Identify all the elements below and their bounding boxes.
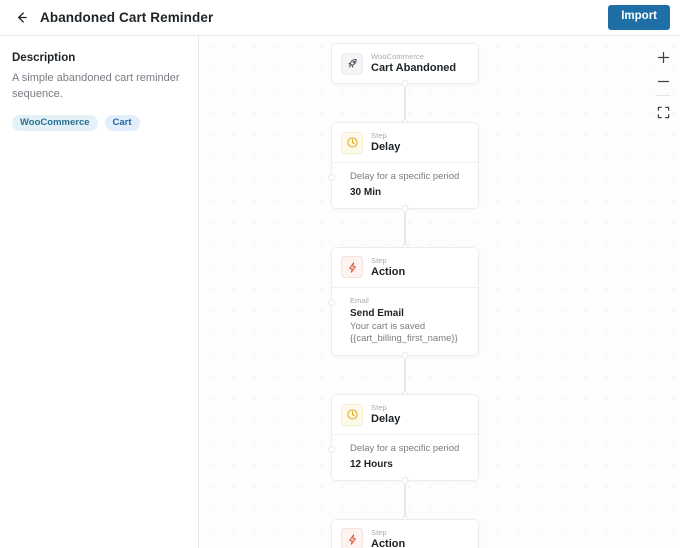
flow-node-cart-abandoned[interactable]: WooCommerce Cart Abandoned	[331, 43, 479, 85]
connector-line	[404, 84, 406, 123]
flow-connector	[331, 476, 479, 523]
connector-dot-top	[401, 80, 409, 88]
node-header-text: Step Delay	[371, 403, 400, 426]
flow-node-stack: WooCommerce Cart Abandoned Step Delay De…	[328, 43, 479, 548]
clock-icon	[341, 403, 363, 426]
connector-dot-top	[401, 204, 409, 212]
flow-node-delay-12-hours[interactable]: Step Delay Delay for a specific period 1…	[328, 393, 479, 481]
node-title: Delay	[371, 141, 401, 154]
fit-screen-icon	[657, 106, 669, 118]
node-kicker: WooCommerce	[371, 52, 425, 61]
tag-cart[interactable]: Cart	[104, 114, 140, 132]
node-body-dot	[328, 446, 335, 454]
node-header-text: WooCommerce Cart Abandoned	[371, 52, 456, 75]
flow-diagram: WooCommerce Cart Abandoned Step Delay De…	[200, 36, 680, 548]
connector-line	[404, 208, 406, 247]
node-body-dot	[328, 174, 335, 182]
connector-line	[404, 480, 406, 519]
node-title: Action	[371, 537, 406, 548]
sidebar: Description A simple abandoned cart remi…	[0, 36, 199, 548]
node-header: Step Action	[332, 520, 478, 548]
node-body-value: Send Email	[350, 307, 404, 319]
zoom-controls	[652, 46, 674, 123]
node-body-label: Delay for a specific period	[350, 443, 460, 455]
bolt-icon	[341, 528, 363, 548]
node-body: Delay for a specific period 12 Hours	[328, 434, 478, 479]
node-title: Cart Abandoned	[371, 62, 457, 74]
node-kicker: Step	[371, 527, 387, 537]
zoom-controls-divider	[656, 95, 670, 96]
flow-node-action-send-email-1[interactable]: Step Action Email Send Email Your cart i…	[328, 246, 479, 356]
workspace: Description A simple abandoned cart remi…	[0, 36, 680, 548]
zoom-out-button[interactable]	[652, 70, 674, 92]
node-body-content: Delay for a specific period 12 Hours	[341, 443, 469, 470]
top-bar: Abandoned Cart Reminder Import	[0, 0, 680, 36]
node-body: Delay for a specific period 30 Min	[328, 162, 478, 207]
connector-dot-top	[401, 351, 409, 359]
node-header: Step Delay	[332, 123, 478, 162]
connector-line	[404, 355, 406, 394]
node-kicker: Step	[371, 255, 387, 265]
node-body-value: 30 Min	[350, 186, 382, 198]
node-header-text: Step Action	[371, 256, 405, 279]
bolt-icon	[341, 256, 363, 279]
node-body-value: 12 Hours	[350, 458, 393, 470]
node-body-dot	[328, 298, 335, 306]
node-header: Step Delay	[332, 395, 478, 434]
flow-node-delay-30-min[interactable]: Step Delay Delay for a specific period 3…	[328, 122, 479, 209]
flow-connector	[331, 204, 479, 251]
tag-woocommerce[interactable]: WooCommerce	[12, 114, 98, 132]
description-heading: Description	[12, 52, 76, 64]
flow-canvas[interactable]: WooCommerce Cart Abandoned Step Delay De…	[200, 36, 680, 548]
node-header: Step Action	[332, 248, 478, 287]
import-button[interactable]: Import	[608, 5, 670, 30]
arrow-left-icon	[17, 12, 27, 23]
rocket-icon	[341, 52, 363, 75]
node-title: Delay	[371, 412, 401, 425]
node-body-kicker: Email	[350, 295, 369, 305]
zoom-in-button[interactable]	[652, 46, 674, 68]
node-body-label: Delay for a specific period	[350, 171, 460, 183]
minus-icon	[657, 80, 669, 82]
clock-icon	[341, 131, 363, 154]
back-button[interactable]	[12, 9, 30, 27]
node-kicker: Step	[371, 131, 387, 141]
description-text: A simple abandoned cart reminder sequenc…	[12, 72, 180, 100]
node-header-text: Step Delay	[371, 131, 400, 154]
node-header: WooCommerce Cart Abandoned	[332, 44, 478, 83]
plus-icon	[657, 51, 669, 63]
tag-list: WooCommerce Cart	[12, 114, 186, 132]
flow-connector	[331, 351, 479, 398]
node-body-subtext: Your cart is saved {{cart_billing_first_…	[350, 320, 458, 345]
flow-node-action-send-email-2[interactable]: Step Action Email Send Email Your cart i…	[331, 518, 479, 548]
node-body: Email Send Email Your cart is saved {{ca…	[328, 286, 478, 355]
node-body-content: Email Send Email Your cart is saved {{ca…	[341, 296, 469, 346]
node-kicker: Step	[371, 402, 387, 412]
connector-dot-top	[401, 476, 409, 484]
node-header-text: Step Action	[371, 528, 405, 548]
fit-screen-button[interactable]	[652, 101, 674, 123]
node-body-content: Delay for a specific period 30 Min	[341, 171, 469, 198]
flow-connector	[331, 80, 479, 127]
page-title: Abandoned Cart Reminder	[40, 10, 214, 25]
node-title: Action	[371, 265, 406, 278]
